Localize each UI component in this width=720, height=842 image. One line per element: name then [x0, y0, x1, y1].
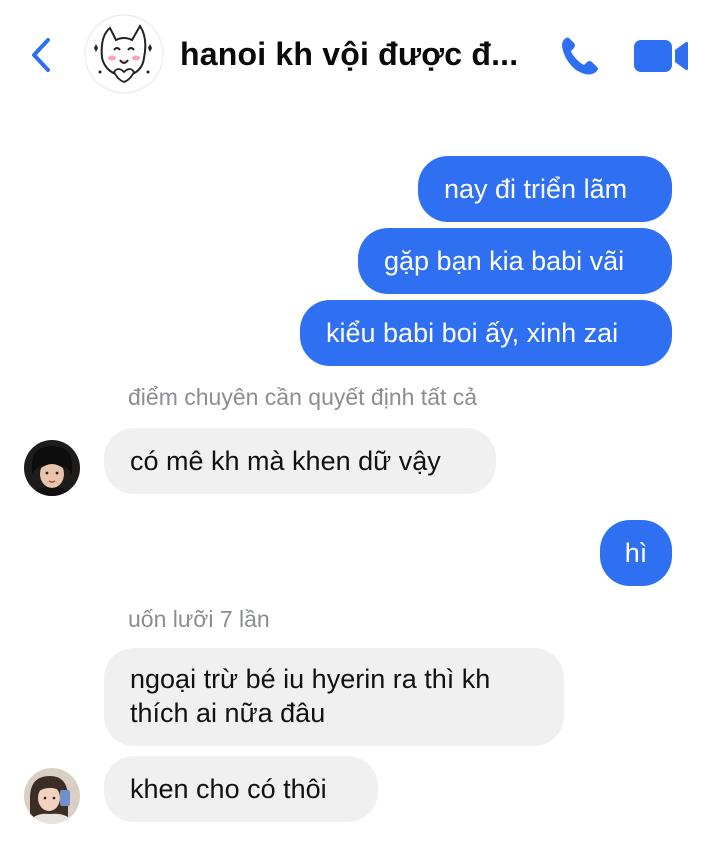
contact-avatar-small[interactable]	[24, 768, 80, 824]
incoming-message[interactable]: có mê kh mà khen dữ vậy	[104, 428, 496, 494]
message-text-line: ngoại trừ bé iu hyerin ra thì kh	[130, 664, 491, 694]
chevron-left-icon	[32, 38, 50, 72]
video-camera-icon	[634, 40, 688, 72]
chat-title[interactable]: hanoi kh vội được đ...	[180, 36, 540, 73]
reply-label: điểm chuyên cần quyết định tất cả	[128, 384, 478, 410]
chat-header: hanoi kh vội được đ...	[0, 0, 720, 112]
back-button[interactable]	[26, 36, 58, 74]
message-text: khen cho có thôi	[130, 774, 327, 804]
message-text: có mê kh mà khen dữ vậy	[130, 446, 441, 476]
video-call-button[interactable]	[632, 36, 690, 76]
contact-avatar[interactable]	[84, 14, 164, 94]
profile-photo-icon	[24, 440, 80, 496]
contact-avatar-small[interactable]	[24, 440, 80, 496]
incoming-message[interactable]: ngoại trừ bé iu hyerin ra thì kh thích a…	[104, 648, 564, 746]
outgoing-message[interactable]: gặp bạn kia babi vãi	[358, 228, 672, 294]
voice-call-button[interactable]	[556, 32, 604, 80]
profile-photo-icon	[24, 768, 80, 824]
outgoing-message[interactable]: nay đi triển lãm	[418, 156, 672, 222]
message-text: gặp bạn kia babi vãi	[384, 246, 625, 276]
message-text: hì	[624, 538, 648, 568]
outgoing-message[interactable]: hì	[600, 520, 672, 586]
message-text-line: thích ai nữa đâu	[130, 698, 326, 728]
reply-label: uốn lưỡi 7 lần	[128, 606, 270, 632]
cat-sticker-icon	[84, 14, 164, 94]
message-text: nay đi triển lãm	[444, 174, 628, 204]
phone-icon	[562, 37, 598, 75]
message-text: kiểu babi boi ấy, xinh zai	[326, 318, 619, 348]
incoming-message[interactable]: khen cho có thôi	[104, 756, 378, 822]
outgoing-message[interactable]: kiểu babi boi ấy, xinh zai	[300, 300, 672, 366]
